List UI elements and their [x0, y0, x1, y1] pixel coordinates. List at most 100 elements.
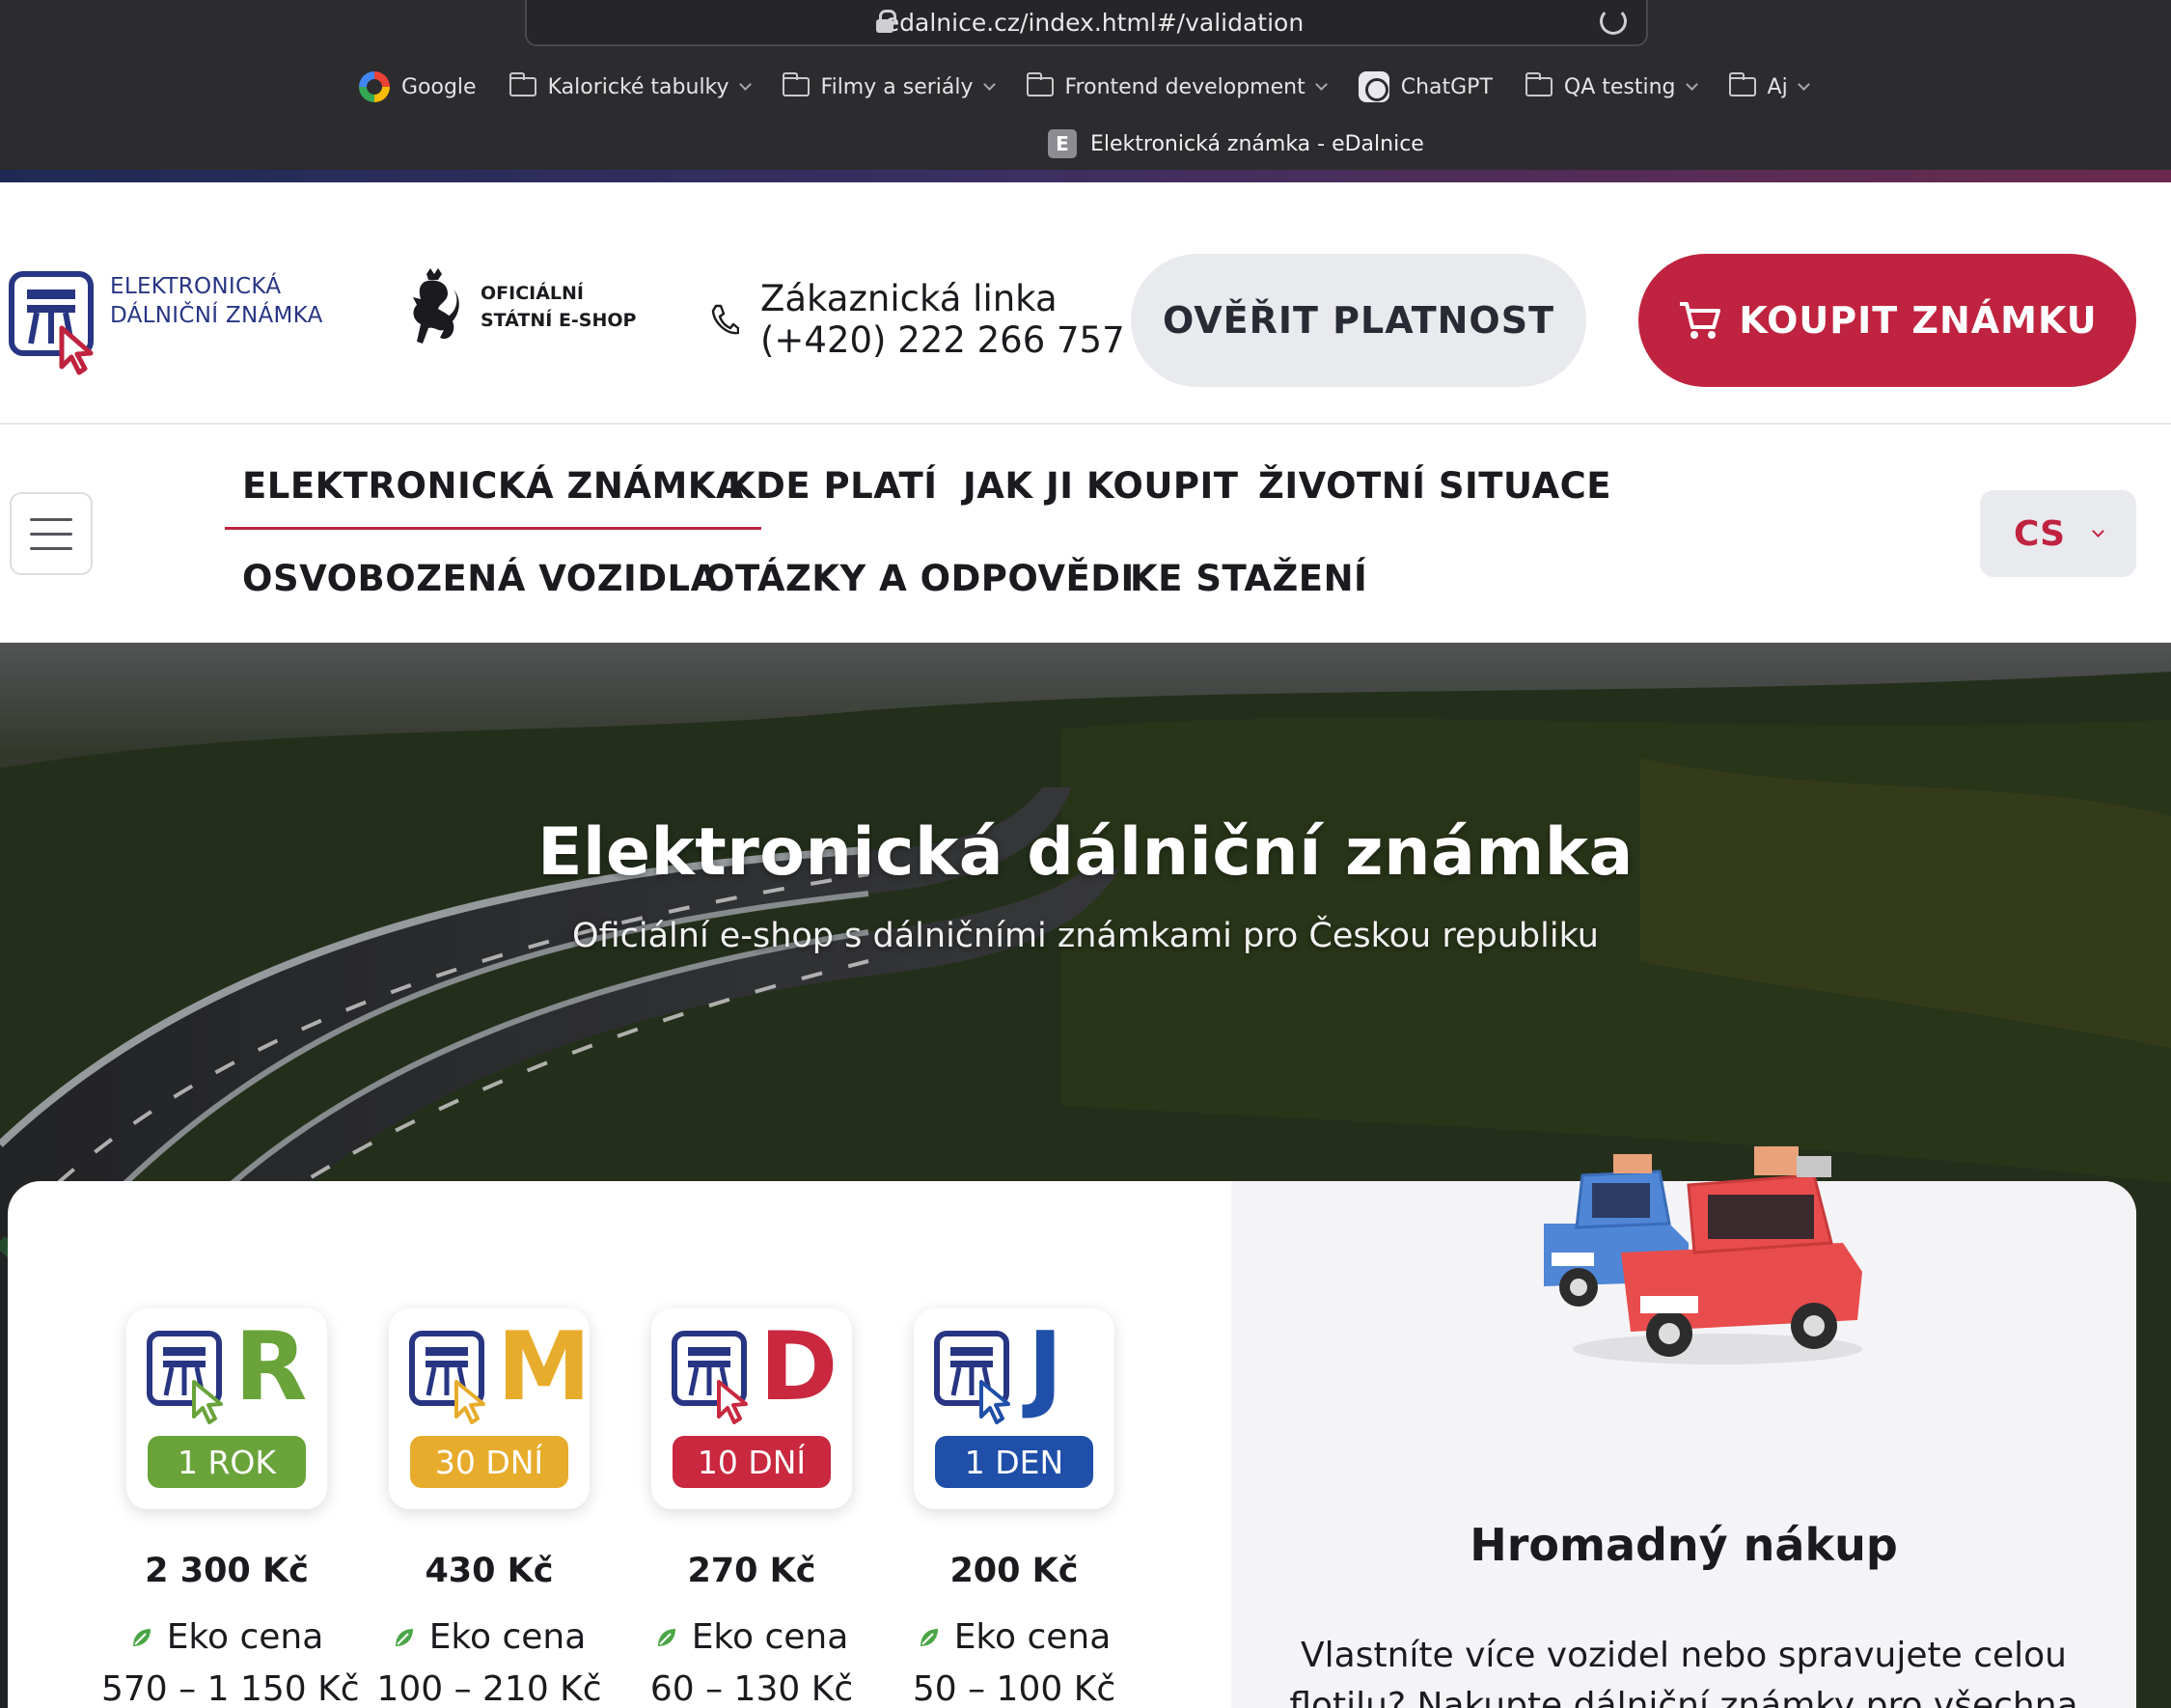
customer-line-label: Zákaznická linka	[760, 278, 1058, 319]
buy-vignette-label: KOUPIT ZNÁMKU	[1739, 299, 2098, 342]
chevron-down-icon	[1314, 77, 1328, 91]
eko-price-range: 50 – 100 Kč	[912, 1669, 1116, 1708]
bookmarks-bar: Google Kalorické tabulky Filmy a seriály…	[359, 68, 1810, 106]
cars-illustration	[1544, 1146, 1862, 1364]
vignette-price: 2 300 Kč	[145, 1552, 309, 1590]
bookmark-label: QA testing	[1563, 74, 1676, 99]
chevron-down-icon	[2092, 524, 2104, 537]
bookmark-folder-frontend[interactable]: Frontend development	[1026, 72, 1328, 99]
bookmark-google[interactable]: Google	[359, 71, 477, 102]
bookmark-label: Google	[401, 74, 477, 99]
folder-icon	[1525, 72, 1553, 96]
bulk-text-line1: Vlastníte více vozidel nebo spravujete c…	[1301, 1636, 2067, 1675]
eko-price-label: Eko cena	[364, 1617, 615, 1657]
cart-icon	[1680, 302, 1721, 339]
customer-line[interactable]: Zákaznická linka (+420) 222 266 757	[710, 278, 1125, 361]
eko-price-range: 100 – 210 Kč	[376, 1669, 602, 1708]
eko-price-label: Eko cena	[101, 1617, 352, 1657]
address-bar[interactable]: edalnice.cz/index.html#/validation	[525, 0, 1648, 46]
chatgpt-icon	[1358, 71, 1389, 102]
vignette-price: 200 Kč	[949, 1552, 1079, 1590]
language-select[interactable]: CS	[1980, 490, 2136, 577]
verify-validity-button[interactable]: OVĚŘIT PLATNOST	[1131, 254, 1586, 387]
eko-label: Eko cena	[428, 1617, 587, 1657]
bookmark-folder-qa[interactable]: QA testing	[1525, 72, 1698, 99]
customer-line-text: Zákaznická linka (+420) 222 266 757	[760, 278, 1125, 361]
nav-item-elektronicka-znamka[interactable]: ELEKTRONICKÁ ZNÁMKA	[224, 465, 762, 530]
browser-chrome: edalnice.cz/index.html#/validation Googl…	[0, 0, 2171, 170]
state-line1: OFICIÁLNÍ	[481, 283, 584, 304]
buy-vignette-button[interactable]: KOUPIT ZNÁMKU	[1638, 254, 2136, 387]
address-url[interactable]: edalnice.cz/index.html#/validation	[885, 9, 1304, 37]
vignette-price: 270 Kč	[687, 1552, 816, 1590]
eko-price-range: 570 – 1 150 Kč	[101, 1669, 360, 1708]
vignette-card-d[interactable]: D 10 DNÍ	[651, 1309, 852, 1509]
leaf-icon	[920, 1628, 938, 1646]
reload-icon[interactable]	[1600, 8, 1627, 35]
language-code: CS	[2013, 513, 2065, 554]
menu-icon[interactable]	[10, 492, 93, 575]
bookmark-chatgpt[interactable]: ChatGPT	[1358, 71, 1493, 102]
nav-item-zivotni-situace[interactable]: ŽIVOTNÍ SITUACE	[1258, 465, 1611, 507]
bookmark-folder-aj[interactable]: Aj	[1728, 72, 1810, 99]
nav-item-osvobozena-vozidla[interactable]: OSVOBOZENÁ VOZIDLA	[242, 558, 719, 599]
nav-item-jak-ji-koupit[interactable]: JAK JI KOUPIT	[963, 465, 1239, 507]
eko-label: Eko cena	[691, 1617, 849, 1657]
site-header: ELEKTRONICKÁ DÁLNIČNÍ ZNÁMKA OFICIÁLNÍ S…	[0, 183, 2171, 425]
edalnice-logo-icon	[672, 1331, 748, 1424]
customer-line-number[interactable]: (+420) 222 266 757	[760, 319, 1125, 361]
lock-icon	[876, 10, 896, 33]
bookmark-label: Filmy a seriály	[820, 74, 974, 99]
tab-title: Elektronická známka - eDalnice	[1090, 131, 1424, 156]
hero-title: Elektronická dálniční známka	[537, 814, 1634, 891]
eko-price-label: Eko cena	[889, 1617, 1140, 1657]
phone-icon	[711, 304, 739, 335]
vignette-card-r[interactable]: R 1 ROK	[126, 1309, 327, 1509]
edalnice-logo-icon	[934, 1331, 1010, 1424]
logo-line2: DÁLNIČNÍ ZNÁMKA	[110, 303, 323, 328]
vignette-period-badge: 10 DNÍ	[673, 1436, 831, 1488]
nav-item-kde-plati[interactable]: KDE PLATÍ	[728, 465, 938, 507]
chevron-down-icon	[1685, 77, 1698, 91]
leaf-icon	[132, 1628, 151, 1646]
bookmark-label: ChatGPT	[1400, 74, 1493, 99]
bulk-purchase-title: Hromadný nákup	[1470, 1519, 1898, 1571]
chevron-down-icon	[738, 77, 752, 91]
folder-icon	[508, 72, 536, 96]
browser-tab[interactable]: E Elektronická známka - eDalnice	[1048, 129, 1424, 158]
bookmark-label: Kalorické tabulky	[547, 74, 729, 99]
leaf-icon	[657, 1628, 675, 1646]
vignette-letter: R	[234, 1312, 308, 1422]
nav-item-otazky-a-odpovedi[interactable]: OTÁZKY A ODPOVĚDI	[704, 558, 1135, 599]
site-logo[interactable]: ELEKTRONICKÁ DÁLNIČNÍ ZNÁMKA	[8, 270, 323, 376]
google-icon	[359, 71, 390, 102]
bulk-purchase-text: Vlastníte více vozidel nebo spravujete c…	[1231, 1631, 2136, 1708]
state-eshop-text: OFICIÁLNÍ STÁTNÍ E-SHOP	[481, 280, 636, 334]
tab-favicon: E	[1048, 129, 1077, 158]
hero-subtitle: Oficiální e-shop s dálničními známkami p…	[572, 917, 1599, 955]
vignette-price: 430 Kč	[425, 1552, 554, 1590]
chevron-down-icon	[982, 77, 996, 91]
folder-icon	[782, 72, 810, 96]
chrome-accent-line	[0, 170, 2171, 182]
vignette-card-j[interactable]: J 1 DEN	[914, 1309, 1114, 1509]
vignette-letter: M	[497, 1312, 591, 1422]
leaf-icon	[395, 1628, 413, 1646]
bookmark-label: Aj	[1767, 74, 1788, 99]
edalnice-logo-icon	[147, 1331, 223, 1424]
logo-text: ELEKTRONICKÁ DÁLNIČNÍ ZNÁMKA	[110, 272, 323, 330]
eko-price-label: Eko cena	[626, 1617, 877, 1657]
eko-price-range: 60 – 130 Kč	[649, 1669, 854, 1708]
folder-icon	[1728, 72, 1756, 96]
vignette-card-m[interactable]: M 30 DNÍ	[389, 1309, 591, 1509]
folder-icon	[1026, 72, 1054, 96]
eko-label: Eko cena	[166, 1617, 324, 1657]
bookmark-folder-filmy[interactable]: Filmy a seriály	[782, 72, 996, 99]
vignette-period-badge: 30 DNÍ	[410, 1436, 568, 1488]
bulk-text-line2: flotilu? Nakupte dálniční známky pro vše…	[1289, 1686, 2078, 1708]
bookmark-folder-kaloricke[interactable]: Kalorické tabulky	[508, 72, 752, 99]
vignette-period-badge: 1 DEN	[935, 1436, 1093, 1488]
bookmark-label: Frontend development	[1064, 74, 1305, 99]
nav-item-ke-stazeni[interactable]: KE STAŽENÍ	[1130, 558, 1367, 599]
edalnice-logo-icon	[9, 271, 94, 375]
